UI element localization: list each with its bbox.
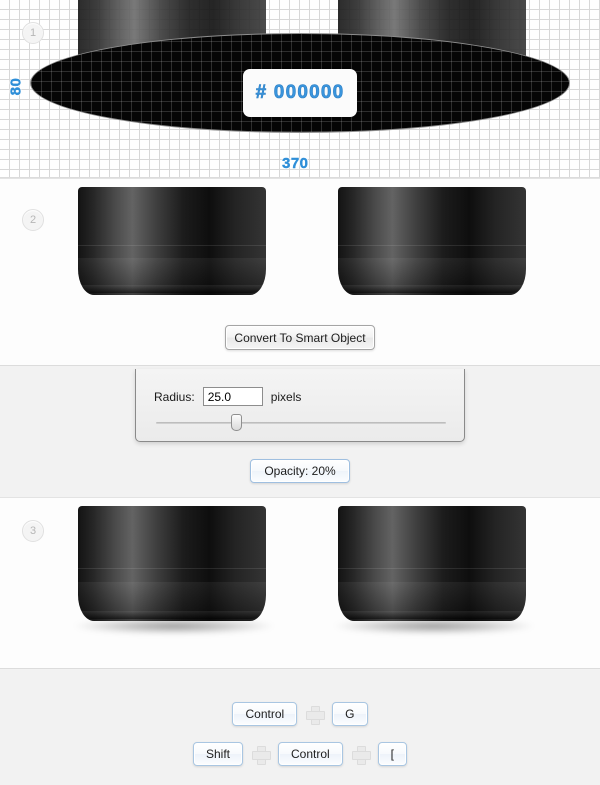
cylinder-lip <box>342 285 522 293</box>
cylinder-left-blurred <box>78 506 266 621</box>
key-bracket-left[interactable]: [ <box>377 742 408 766</box>
opacity-button[interactable]: Opacity: 20% <box>250 459 350 483</box>
cylinder-left <box>78 187 266 295</box>
radius-slider[interactable] <box>156 414 446 431</box>
step-badge-2: 2 <box>22 209 44 231</box>
plus-icon <box>351 745 371 765</box>
cylinder-seam <box>338 245 526 246</box>
plus-icon <box>306 705 326 725</box>
radius-units-label: pixels <box>270 389 302 404</box>
cylinder-lip <box>342 611 522 619</box>
height-measurement-label: 80 <box>7 77 25 96</box>
cylinder-right <box>338 187 526 295</box>
step-badge-3: 3 <box>22 520 44 542</box>
step-3-canvas: 3 <box>0 497 600 669</box>
cylinder-seam <box>78 568 266 569</box>
step-badge-1: 1 <box>22 22 44 44</box>
cylinder-seam <box>338 568 526 569</box>
shortcut-row-send-backward: Shift Control [ <box>0 742 600 766</box>
cylinder-right-blurred <box>338 506 526 621</box>
radius-label: Radius: <box>154 389 195 404</box>
cylinder-lip <box>82 611 262 619</box>
gaussian-blur-radius-dialog: Radius: 25.0 pixels <box>135 369 465 442</box>
slider-track <box>156 422 446 424</box>
radius-field-row: Radius: 25.0 pixels <box>154 387 301 406</box>
width-measurement-label: 370 <box>282 155 309 172</box>
section-divider <box>0 366 600 367</box>
plus-icon <box>251 745 271 765</box>
key-g[interactable]: G <box>332 702 368 726</box>
cylinder-seam <box>78 245 266 246</box>
slider-handle[interactable] <box>231 414 243 431</box>
hex-color-swatch-tooltip: # 000000 <box>243 69 357 117</box>
tutorial-page: 80 370 # 000000 1 2 3 Convert To Smart O… <box>0 0 600 785</box>
shortcut-row-group: Control G <box>0 702 600 726</box>
key-control[interactable]: Control <box>232 702 298 726</box>
step-1-canvas: 80 370 # 000000 1 <box>0 0 600 178</box>
key-shift[interactable]: Shift <box>192 742 243 766</box>
key-control[interactable]: Control <box>277 742 343 766</box>
convert-to-smart-object-button[interactable]: Convert To Smart Object <box>225 325 375 350</box>
cylinder-lip <box>82 285 262 293</box>
radius-input[interactable]: 25.0 <box>202 387 263 406</box>
hex-color-value: # 000000 <box>255 82 345 104</box>
